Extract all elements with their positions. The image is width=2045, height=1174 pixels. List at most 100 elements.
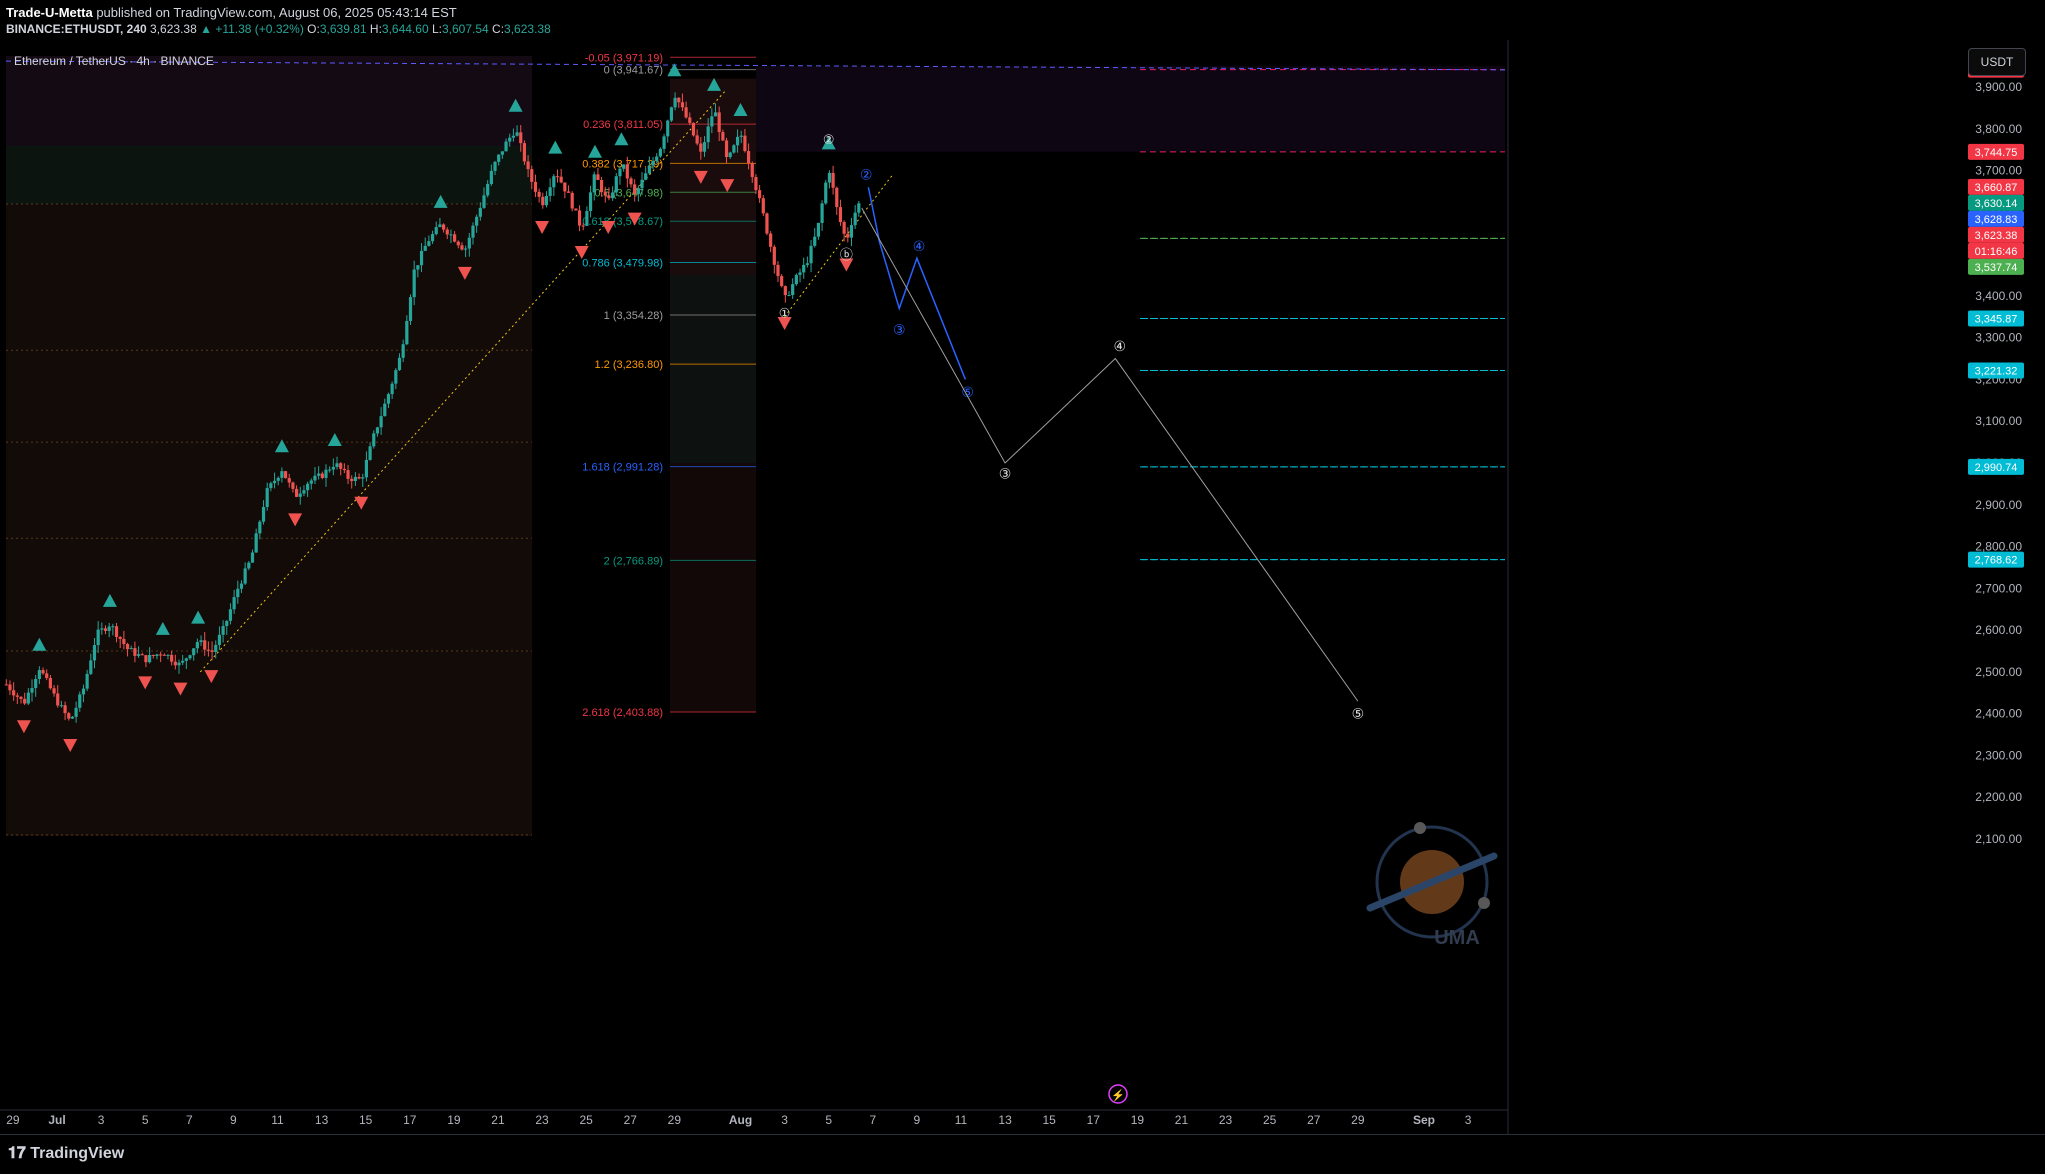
candle-body: [456, 241, 460, 246]
candle-body: [243, 568, 247, 584]
time-axis-tick: 3: [98, 1113, 105, 1127]
candle-body: [776, 264, 780, 277]
candle-body: [658, 148, 662, 157]
candle-body: [780, 276, 784, 287]
time-axis-tick: 27: [624, 1113, 638, 1127]
candle-body: [677, 97, 681, 103]
zone-resistance-purple: [756, 66, 1505, 152]
candle-body: [769, 233, 773, 247]
fib-level-label: 1.618 (2,991.28): [582, 462, 663, 474]
price-axis-tick: 3,900.00: [1975, 80, 2022, 94]
candle-body: [772, 246, 776, 265]
candle-body: [794, 274, 798, 285]
time-axis-tick: 29: [1351, 1113, 1365, 1127]
price-chart[interactable]: -0.05 (3,971.19)0 (3,941.67) 0.236 (3,811…: [0, 0, 2045, 1173]
candle-body: [217, 634, 222, 645]
candle-body: [12, 690, 16, 696]
candle-body: [629, 178, 633, 185]
candle-body: [103, 628, 108, 631]
candle-body: [706, 126, 710, 143]
candle-body: [37, 670, 41, 680]
lightning-icon: ⚡: [1111, 1089, 1125, 1102]
price-axis-tick: 3,300.00: [1975, 331, 2022, 345]
tv-logo-mark-icon: 𝟏𝟕: [8, 1145, 31, 1162]
candle-body: [63, 705, 67, 714]
candle-body: [70, 716, 75, 719]
wave-label: ④: [1113, 339, 1126, 355]
candle-body: [838, 207, 843, 223]
candle-body: [533, 181, 538, 192]
candle-body: [335, 463, 339, 467]
candle-body: [831, 172, 835, 188]
price-axis-tick: 2,300.00: [1975, 748, 2022, 762]
price-label-text: 3,744.75: [1975, 147, 2018, 159]
candle-body: [41, 670, 45, 674]
candle-body: [15, 695, 19, 697]
candle-body: [188, 655, 192, 659]
wave-label: ①: [779, 307, 791, 322]
tradingview-logo[interactable]: 𝟏𝟕 TradingView: [8, 1145, 124, 1163]
candle-body: [758, 190, 762, 199]
candle-body: [585, 210, 589, 226]
candle-body: [574, 208, 578, 211]
time-axis-tick: 27: [1307, 1113, 1321, 1127]
price-axis-tick: 2,500.00: [1975, 665, 2022, 679]
candle-body: [85, 673, 89, 689]
candle-body: [816, 222, 821, 237]
time-axis-tick: 9: [914, 1113, 921, 1127]
candle-body: [364, 459, 369, 478]
wave-label: ②: [823, 133, 835, 148]
candle-body: [383, 403, 387, 417]
candle-body: [342, 468, 346, 471]
fib-level-label: 0.236 (3,811.05): [583, 119, 663, 131]
candle-body: [30, 688, 34, 693]
price-axis-tick: 2,800.00: [1975, 540, 2022, 554]
candle-body: [26, 692, 30, 704]
candle-body: [853, 212, 857, 226]
candle-body: [541, 196, 545, 206]
candle-body: [283, 471, 288, 479]
candle-body: [559, 176, 563, 183]
candle-body: [732, 145, 736, 153]
wave-label: ⓑ: [840, 248, 853, 263]
zone-fib-bottom: [670, 463, 756, 713]
candle-body: [647, 165, 651, 174]
fib-level-label: -0.05 (3,971.19): [585, 52, 663, 64]
candle-body: [695, 135, 699, 144]
candle-body: [636, 188, 640, 195]
candle-body: [783, 286, 787, 296]
candle-body: [508, 137, 512, 142]
candle-body: [710, 116, 714, 127]
watermark-moon: [1414, 822, 1426, 834]
currency-button[interactable]: USDT: [1968, 48, 2026, 76]
candle-body: [129, 648, 133, 650]
candle-body: [59, 705, 64, 707]
candle-body: [791, 284, 795, 295]
candle-body: [350, 478, 354, 482]
candle-body: [798, 272, 802, 275]
time-axis-tick: 11: [271, 1113, 284, 1127]
time-axis-tick: 11: [955, 1113, 968, 1127]
candle-body: [644, 173, 648, 180]
price-axis-tick: 3,800.00: [1975, 122, 2022, 136]
wave-label: ④: [913, 239, 926, 255]
candle-body: [390, 383, 394, 395]
time-axis-tick: 23: [535, 1113, 549, 1127]
symbol-title: Ethereum / TetherUS · 4h · BINANCE: [14, 54, 214, 68]
candle-body: [493, 161, 497, 171]
candle-body: [23, 698, 27, 704]
wave-label: ③: [893, 322, 906, 338]
time-axis-tick: 15: [1042, 1113, 1056, 1127]
time-axis-tick: Sep: [1413, 1113, 1435, 1127]
candle-body: [486, 184, 490, 196]
price-axis-tick: 3,700.00: [1975, 164, 2022, 178]
candle-body: [173, 661, 177, 666]
uma-watermark-icon: UMA: [1366, 822, 1498, 949]
candle-body: [320, 473, 324, 478]
candle-body: [372, 433, 376, 447]
candle-body: [684, 107, 688, 118]
candle-body: [280, 471, 284, 478]
candle-body: [408, 297, 413, 321]
time-axis-tick: 7: [869, 1113, 876, 1127]
price-label-text: 3,221.32: [1975, 366, 2018, 378]
